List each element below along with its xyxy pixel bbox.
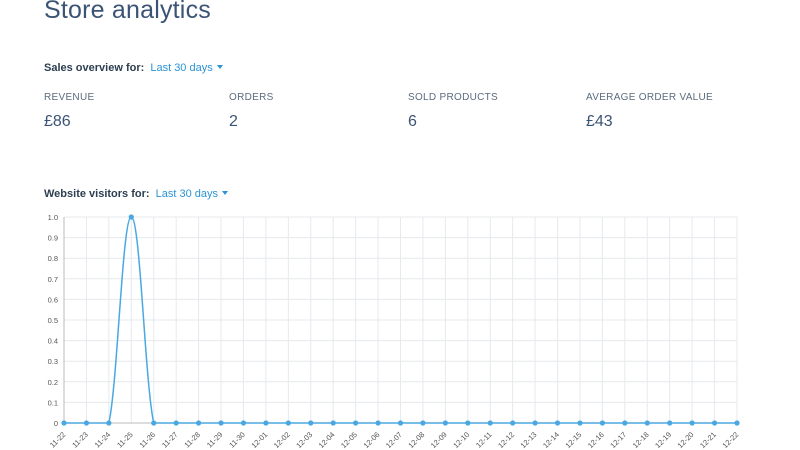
data-point [644,420,650,426]
x-tick-label: 12-22 [720,430,740,450]
data-point [577,420,583,426]
x-tick-label: 12-15 [563,430,583,450]
data-point [375,420,381,426]
data-point [532,420,538,426]
data-point [510,420,516,426]
x-tick-label: 12-13 [519,430,539,450]
x-tick-label: 12-18 [631,430,651,450]
y-tick-label: 0 [54,419,58,428]
x-tick-label: 11-23 [70,430,90,450]
y-tick-label: 0.7 [48,275,58,284]
x-tick-label: 12-21 [698,430,718,450]
x-tick-label: 12-16 [586,430,606,450]
data-point [465,420,471,426]
data-point [151,420,157,426]
x-tick-label: 12-20 [676,430,696,450]
x-tick-label: 11-22 [48,430,68,450]
y-tick-label: 0.5 [48,316,58,325]
data-point [83,420,90,426]
y-tick-label: 0.2 [48,378,58,387]
x-tick-label: 11-30 [227,430,247,450]
x-tick-label: 11-29 [205,430,225,450]
data-point [240,420,247,426]
x-tick-label: 12-07 [384,430,404,450]
data-point [218,420,224,426]
x-tick-label: 12-14 [541,430,561,450]
x-tick-label: 12-09 [429,430,449,450]
data-point [61,420,67,426]
data-point [106,420,112,426]
x-tick-label: 11-28 [182,430,202,450]
data-point [353,420,359,426]
x-tick-label: 12-06 [362,430,382,450]
x-tick-label: 12-04 [317,430,337,450]
data-point [397,420,404,426]
data-point [128,214,134,220]
data-point [599,420,606,426]
y-tick-label: 0.3 [48,357,58,366]
x-tick-label: 12-12 [496,430,516,450]
data-point [689,420,695,426]
data-point [330,420,336,426]
data-point [554,420,561,426]
data-point [173,420,179,426]
data-point [667,420,673,426]
data-point [285,420,291,426]
y-tick-label: 0.1 [48,398,58,407]
data-point [442,420,448,426]
data-point [420,420,426,426]
x-tick-label: 12-08 [406,430,426,450]
y-tick-label: 0.6 [48,295,58,304]
x-tick-label: 12-01 [249,430,269,450]
x-tick-label: 12-10 [451,430,471,450]
x-tick-label: 12-11 [474,430,494,450]
data-point [711,420,718,426]
y-tick-label: 0.9 [48,234,58,243]
data-point [622,420,628,426]
x-tick-label: 11-27 [160,430,180,450]
x-tick-label: 11-26 [138,430,158,450]
data-point [487,420,493,426]
x-tick-label: 11-24 [93,430,113,450]
data-point [734,420,740,426]
y-tick-label: 0.8 [48,254,58,263]
x-tick-label: 12-19 [653,430,673,450]
x-tick-label: 12-17 [608,430,628,450]
visitors-line-chart: 00.10.20.30.40.50.60.70.80.91.011-22 11-2… [48,213,741,450]
x-tick-label: 12-02 [272,430,292,450]
y-tick-label: 1.0 [48,213,58,222]
y-tick-label: 0.4 [48,337,58,346]
x-tick-label: 12-05 [339,430,359,450]
data-point [263,420,269,426]
data-point [196,420,202,426]
x-tick-label: 11-25 [115,430,135,450]
x-tick-label: 12-03 [294,430,314,450]
data-point [308,420,314,426]
